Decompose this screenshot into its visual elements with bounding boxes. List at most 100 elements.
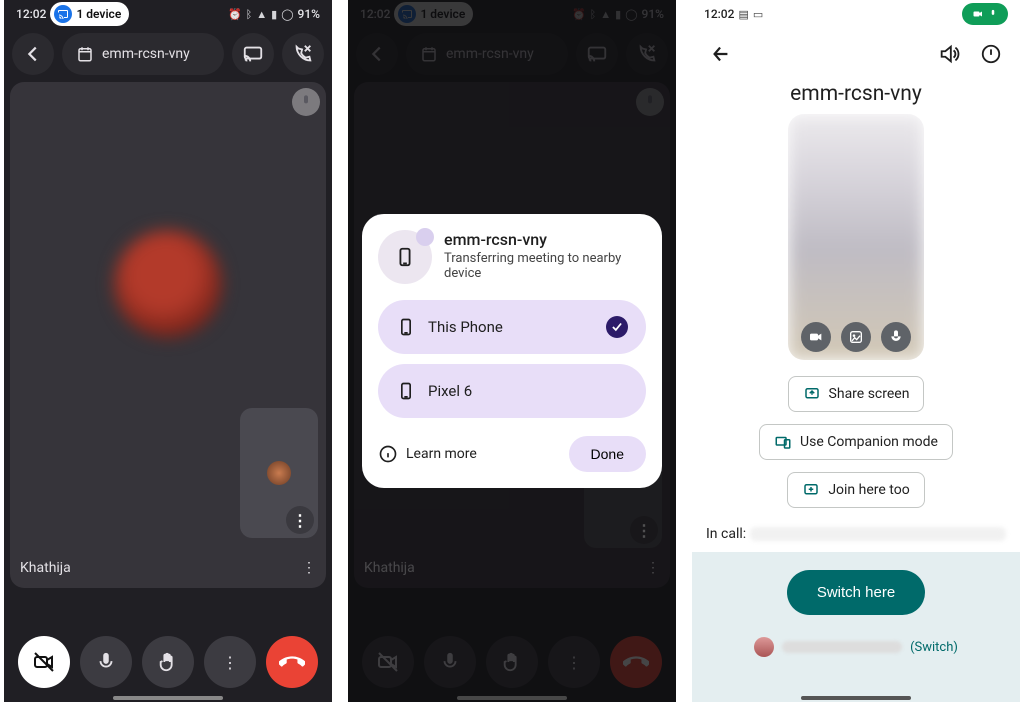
self-preview [788,114,924,360]
clock: 12:02 [704,7,734,21]
more-icon: ⋮ [222,653,238,672]
bluetooth-icon: ᛒ [246,8,253,21]
speaker-icon [938,43,960,65]
back-button[interactable] [12,33,54,75]
switch-link[interactable]: (Switch) [910,640,958,655]
participant-name: Khathija [20,560,71,576]
device-option-label: This Phone [428,318,503,336]
app-bar [692,28,1020,80]
meet-app-icon [416,228,434,246]
calendar-icon [76,45,94,63]
joining-text-redacted [782,641,902,653]
camera-icon [808,329,824,345]
info-icon [378,444,398,464]
self-video-thumbnail[interactable]: ⋮ [240,408,318,538]
join-options: Share screen Use Companion mode Join her… [692,376,1020,508]
phone-transfer-modal: 12:02 1 device ⏰ ᛒ ▲ ▮ ◯ 91% emm-rcsn-vn… [348,0,676,702]
video-stage: ⋮ Khathija ⋮ [10,82,326,588]
share-screen-button[interactable]: Share screen [788,376,925,412]
remote-avatar [114,230,222,338]
in-call-label: In call: [706,526,746,542]
preview-camera-button[interactable] [801,322,831,352]
battery-icon: ◯ [281,8,293,21]
preview-mic-button[interactable] [881,322,911,352]
wifi-icon: ▲ [256,8,267,21]
phone-join-screen: 12:02 ▤ ▭ emm-rcsn-vny [692,0,1020,702]
end-call-button[interactable] [266,636,318,688]
phone-device-icon [396,381,416,401]
alert-icon [980,43,1002,65]
mic-icon [888,329,904,345]
switch-here-panel: Switch here (Switch) [692,552,1020,702]
device-list: This Phone Pixel 6 [378,300,646,418]
device-status-icon: ▭ [753,8,763,21]
in-call-row: In call: [706,526,1006,542]
report-button[interactable] [970,33,1012,75]
camera-toggle-button[interactable] [18,636,70,688]
self-more-button[interactable]: ⋮ [286,506,314,534]
calendar-status-icon: ▤ [738,8,748,21]
camera-off-icon [32,650,56,674]
learn-more-link[interactable]: Learn more [378,444,477,464]
share-screen-icon [803,385,821,403]
switch-here-button[interactable]: Switch here [787,570,925,615]
preview-effects-button[interactable] [841,322,871,352]
app-bar: emm-rcsn-vny [4,28,332,80]
remote-muted-icon [292,88,320,116]
join-here-too-button[interactable]: Join here too [787,472,924,508]
phone-device-icon [396,317,416,337]
transfer-title: emm-rcsn-vny [444,230,646,249]
mic-icon [95,651,117,673]
join-icon [802,481,820,499]
signal-icon: ▮ [271,8,277,21]
active-call-indicator[interactable] [962,3,1008,25]
cast-icon [54,5,72,23]
mic-icon [988,9,998,19]
camera-icon [972,8,984,20]
device-count-pill[interactable]: 1 device [50,2,129,26]
device-option-pixel6[interactable]: Pixel 6 [378,364,646,418]
back-button[interactable] [700,33,742,75]
device-option-this-phone[interactable]: This Phone [378,300,646,354]
companion-mode-label: Use Companion mode [800,434,938,450]
join-here-too-label: Join here too [828,482,909,498]
transfer-modal: emm-rcsn-vny Transferring meeting to nea… [362,214,662,488]
check-icon [606,316,628,338]
stage-more-button[interactable]: ⋮ [302,560,316,576]
phone-device-icon [394,246,416,268]
clock: 12:02 [16,7,46,21]
cast-button[interactable] [232,33,274,75]
status-bar: 12:02 1 device ⏰ ᛒ ▲ ▮ ◯ 91% [4,0,332,28]
call-controls: ⋮ [4,632,332,692]
companion-icon [774,433,792,451]
device-option-label: Pixel 6 [428,382,472,400]
mic-toggle-button[interactable] [80,636,132,688]
status-bar: 12:02 ▤ ▭ [692,0,1020,28]
phone-in-call: 12:02 1 device ⏰ ᛒ ▲ ▮ ◯ 91% emm-rcsn-vn… [4,0,332,702]
raise-hand-button[interactable] [142,636,194,688]
joining-row: (Switch) [754,637,958,657]
device-count-label: 1 device [76,7,121,21]
learn-more-label: Learn more [406,446,477,462]
home-indicator[interactable] [801,696,911,700]
done-button[interactable]: Done [569,436,646,472]
effects-icon [848,329,864,345]
hand-icon [157,651,179,673]
companion-mode-button[interactable]: Use Companion mode [759,424,953,460]
switch-call-button[interactable] [282,33,324,75]
meeting-id-label: emm-rcsn-vny [102,46,190,62]
hangup-icon [279,649,305,675]
avatar [754,637,774,657]
transfer-subtitle: Transferring meeting to nearby device [444,251,646,281]
share-screen-label: Share screen [829,386,910,402]
speaker-button[interactable] [928,33,970,75]
alarm-icon: ⏰ [228,8,242,21]
battery-label: 91% [298,7,320,21]
meeting-id-chip[interactable]: emm-rcsn-vny [62,33,224,75]
home-indicator[interactable] [113,696,223,700]
device-badge [378,230,432,284]
meeting-title: emm-rcsn-vny [692,82,1020,106]
self-avatar [267,461,291,485]
more-options-button[interactable]: ⋮ [204,636,256,688]
in-call-names-redacted [750,527,1006,541]
